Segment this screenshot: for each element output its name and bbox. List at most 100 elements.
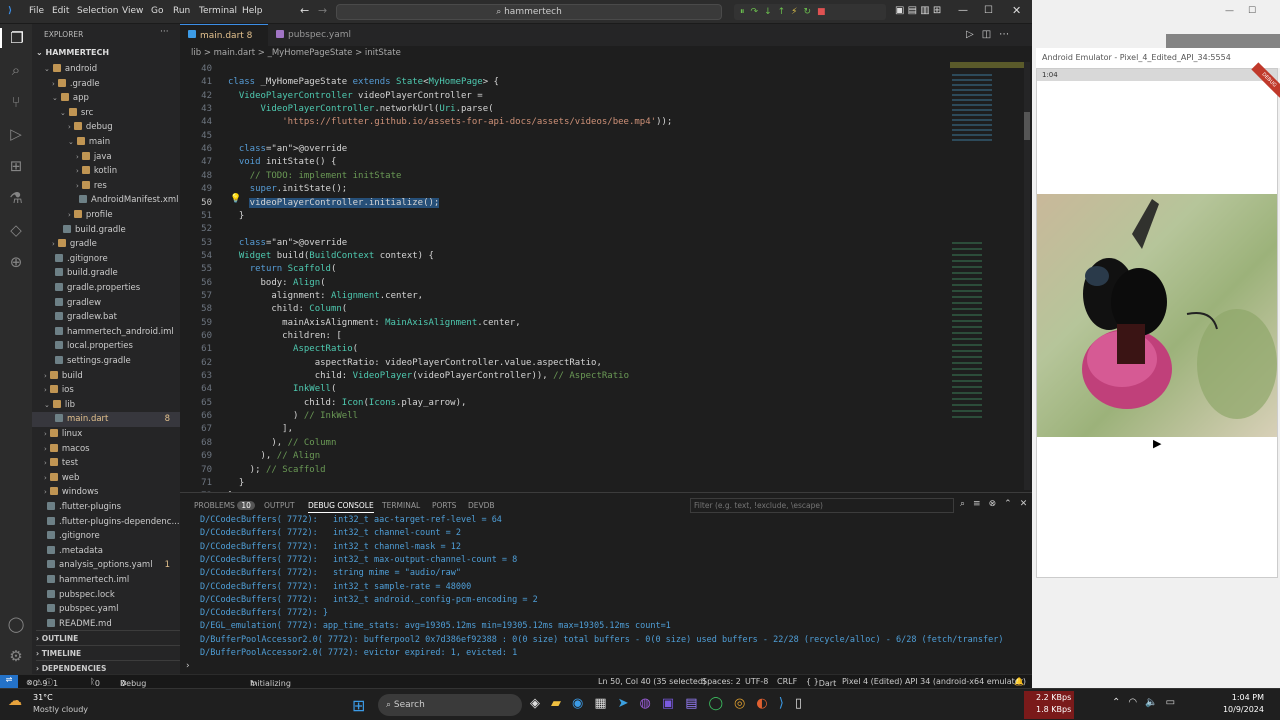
code-line[interactable]: child: Icon(Icons.play_arrow),	[228, 398, 467, 408]
remote-icon[interactable]: ⇌	[0, 675, 18, 689]
filter-input[interactable]	[690, 498, 954, 513]
tree-item[interactable]: › profile	[32, 208, 180, 223]
docker-icon[interactable]: ⊕	[6, 252, 26, 272]
notifications-icon[interactable]: 🔔	[1014, 677, 1024, 686]
weather-icon[interactable]: ☁	[8, 693, 22, 709]
code-line[interactable]: return Scaffold(	[228, 264, 337, 274]
breadcrumb-lib[interactable]: lib	[191, 48, 201, 58]
more-icon[interactable]: ⋯	[999, 29, 1017, 40]
step-out-icon[interactable]: ↑	[778, 7, 792, 17]
taskbar-apps[interactable]: ◈▰◉▦➤◍▣▤◯◎◐⟩▯	[530, 696, 813, 711]
code-line[interactable]: 'https://flutter.github.io/assets-for-ap…	[228, 117, 672, 127]
editor-scrollbar[interactable]	[1024, 62, 1030, 490]
tree-item[interactable]: ⌄ app	[32, 91, 180, 106]
code-line[interactable]: ); // Scaffold	[228, 465, 326, 475]
emulator-window-controls[interactable]: —☐	[1225, 6, 1270, 16]
tree-item[interactable]: ⌄ src	[32, 106, 180, 121]
indentation-status[interactable]: Spaces: 2	[702, 677, 741, 686]
lightbulb-icon[interactable]: 💡	[230, 194, 241, 204]
tree-item[interactable]: analysis_options.yaml 1	[32, 558, 180, 573]
code-line[interactable]: AspectRatio(	[228, 344, 358, 354]
tree-item[interactable]: › macos	[32, 442, 180, 457]
breadcrumb-class[interactable]: _MyHomePageState	[268, 48, 353, 58]
tree-item[interactable]: › web	[32, 471, 180, 486]
scrollbar-thumb[interactable]	[1024, 112, 1030, 140]
code-line[interactable]: }	[228, 211, 244, 221]
tree-item[interactable]: build.gradle	[32, 223, 180, 238]
tab-devdb[interactable]: DEVDB	[468, 501, 495, 510]
chrome-icon[interactable]: ◎	[734, 696, 756, 711]
testing-icon[interactable]: ⚗	[6, 188, 26, 208]
tree-item[interactable]: local.properties	[32, 339, 180, 354]
edge-icon[interactable]: ◉	[572, 696, 594, 711]
code-line[interactable]: ), // Column	[228, 438, 336, 448]
step-into-icon[interactable]: ↓	[764, 7, 778, 17]
tree-item[interactable]: › kotlin	[32, 164, 180, 179]
tree-item[interactable]: › res	[32, 179, 180, 194]
code-line[interactable]: child: VideoPlayer(videoPlayerController…	[228, 371, 629, 381]
menu-help[interactable]: Help	[242, 6, 263, 16]
messenger-icon[interactable]: ◍	[640, 696, 662, 711]
task-view-icon[interactable]: ◈	[530, 696, 551, 711]
store-icon[interactable]: ▦	[594, 696, 617, 711]
breadcrumb-file[interactable]: main.dart	[214, 48, 255, 58]
tree-item[interactable]: main.dart 8	[32, 412, 180, 428]
vscode-icon[interactable]: ⟩	[779, 696, 795, 711]
app-icon[interactable]: ▯	[795, 696, 813, 711]
code-line[interactable]: body: Align(	[228, 278, 326, 288]
minimize-icon[interactable]: —	[958, 5, 968, 16]
tree-item[interactable]: › .gradle	[32, 77, 180, 92]
maximize-panel-icon[interactable]: ⌃	[1004, 499, 1020, 509]
whatsapp-icon[interactable]: ◯	[708, 696, 734, 711]
command-center[interactable]: ⌕ hammertech	[336, 4, 722, 20]
telegram-icon[interactable]: ➤	[618, 696, 640, 711]
phone-screen[interactable]: 1:04 DEBUG ▶	[1036, 62, 1280, 578]
tree-item[interactable]: › gradle	[32, 237, 180, 252]
code-line[interactable]: class _MyHomePageState extends State<MyH…	[228, 77, 499, 87]
clear-console-icon[interactable]: ≡	[973, 499, 989, 509]
taskbar-search[interactable]: ⌕ Search	[378, 694, 522, 716]
step-over-icon[interactable]: ↷	[751, 7, 765, 17]
hot-reload-icon[interactable]: ⚡	[791, 7, 803, 17]
stop-icon[interactable]: ■	[817, 7, 832, 17]
tree-item[interactable]: pubspec.yaml	[32, 602, 180, 617]
tree-item[interactable]: gradlew.bat	[32, 310, 180, 325]
maximize-icon[interactable]: ☐	[984, 5, 993, 16]
tree-item[interactable]: hammertech_android.iml	[32, 325, 180, 340]
forward-arrow-icon[interactable]: →	[318, 4, 327, 17]
code-line[interactable]: class="an">@override	[228, 238, 347, 248]
volume-icon[interactable]: 🔈	[1145, 697, 1165, 708]
code-line[interactable]: alignment: Alignment.center,	[228, 291, 423, 301]
eol-status[interactable]: CRLF	[777, 677, 797, 686]
code-line[interactable]: ],	[228, 424, 293, 434]
app-icon[interactable]: ▣	[662, 696, 685, 711]
tree-item[interactable]: › linux	[32, 427, 180, 442]
timeline-section[interactable]: › TIMELINE	[36, 645, 180, 658]
encoding-status[interactable]: UTF-8	[745, 677, 768, 686]
tree-item[interactable]: gradlew	[32, 296, 180, 311]
restart-icon[interactable]: ↻	[803, 7, 817, 17]
console-prompt-icon[interactable]: ›	[186, 661, 190, 671]
maximize-icon[interactable]: ☐	[1248, 6, 1270, 16]
code-line[interactable]: children: [	[228, 331, 342, 341]
tree-item[interactable]: pubspec.lock	[32, 588, 180, 603]
clock-time[interactable]: 1:04 PM	[1220, 693, 1264, 702]
outline-section[interactable]: › OUTLINE	[36, 630, 180, 643]
code-line[interactable]: Widget build(BuildContext context) {	[228, 251, 434, 261]
video-player[interactable]	[1037, 194, 1277, 437]
search-icon[interactable]: ⌕	[960, 499, 973, 509]
code-line[interactable]: videoPlayerController.initialize();	[228, 197, 440, 208]
code-line[interactable]: void initState() {	[228, 157, 337, 167]
layout-icon[interactable]: ▣ ▤ ▥ ⊞	[895, 5, 941, 16]
menu-file[interactable]: File	[29, 6, 44, 16]
premiere-icon[interactable]: ▤	[685, 696, 708, 711]
account-icon[interactable]: ◯	[6, 614, 26, 634]
menu-view[interactable]: View	[122, 6, 143, 16]
menu-run[interactable]: Run	[173, 6, 190, 16]
tree-item[interactable]: › debug	[32, 120, 180, 135]
tree-item[interactable]: › ios	[32, 383, 180, 398]
chevron-up-icon[interactable]: ⌃	[1112, 697, 1128, 708]
android-studio-icon[interactable]: ◐	[756, 696, 778, 711]
run-debug-icon[interactable]: ▷	[6, 124, 26, 144]
extensions-icon[interactable]: ⊞	[6, 156, 26, 176]
